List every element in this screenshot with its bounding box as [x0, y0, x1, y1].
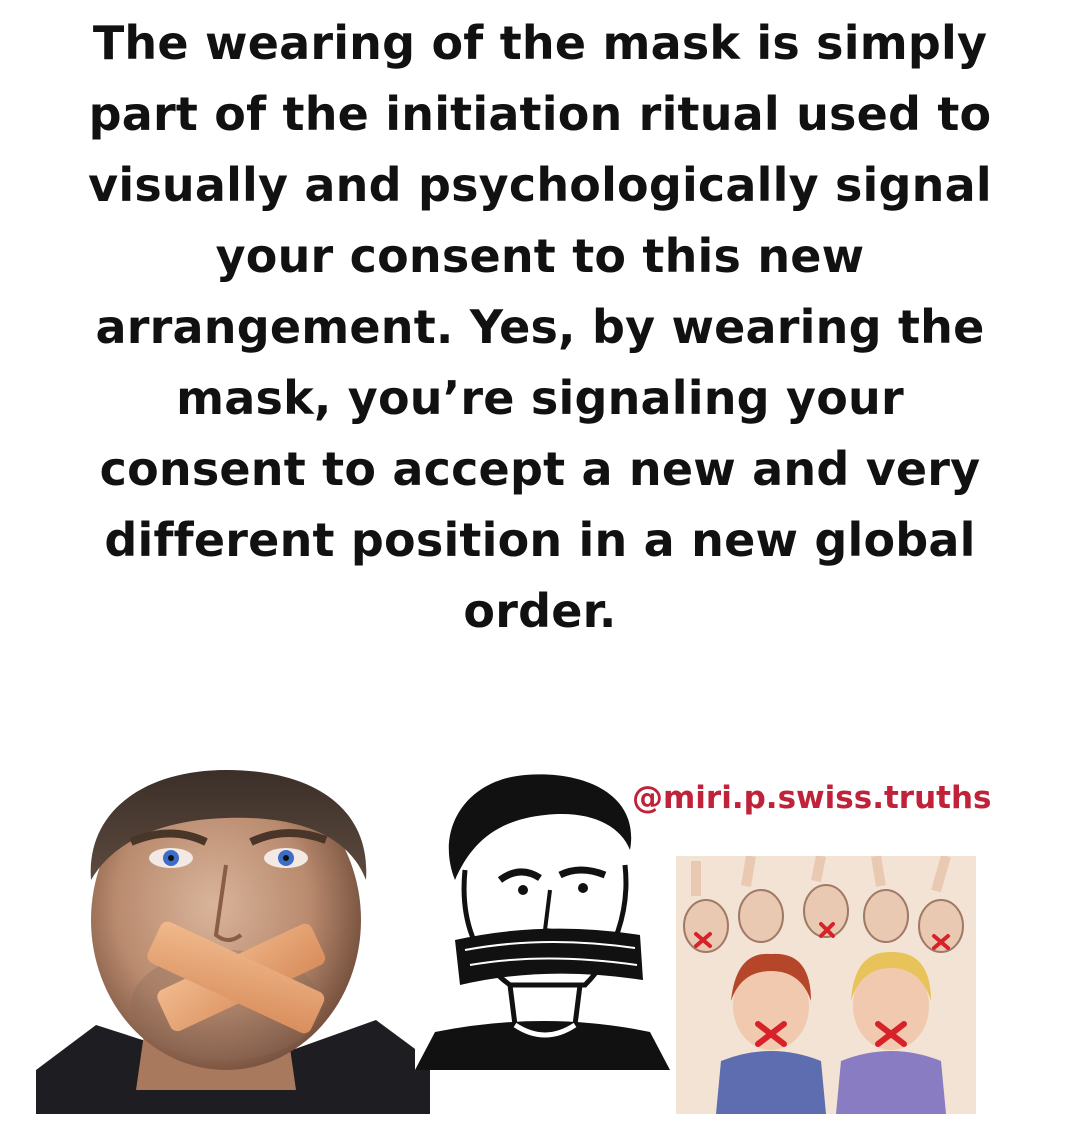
taped-mouth-man-photo [36, 770, 430, 1114]
quote-line: consent to accept a new and very [99, 442, 981, 496]
quote-line: your consent to this new [215, 229, 865, 283]
meme-quote-text: The wearing of the mask is simply part o… [20, 8, 1060, 647]
quote-line: The wearing of the mask is simply [92, 16, 988, 70]
quote-line: part of the initiation ritual used to [88, 87, 992, 141]
quote-line: arrangement. Yes, by wearing the [95, 300, 985, 354]
quote-line: order. [463, 584, 617, 638]
silenced-crowd-illustration [676, 856, 976, 1114]
quote-line: different position in a new global [104, 513, 976, 567]
quote-line: mask, you’re signaling your [176, 371, 904, 425]
quote-line: visually and psychologically signal [88, 158, 992, 212]
watermark-handle: @miri.p.swiss.truths [632, 780, 992, 816]
